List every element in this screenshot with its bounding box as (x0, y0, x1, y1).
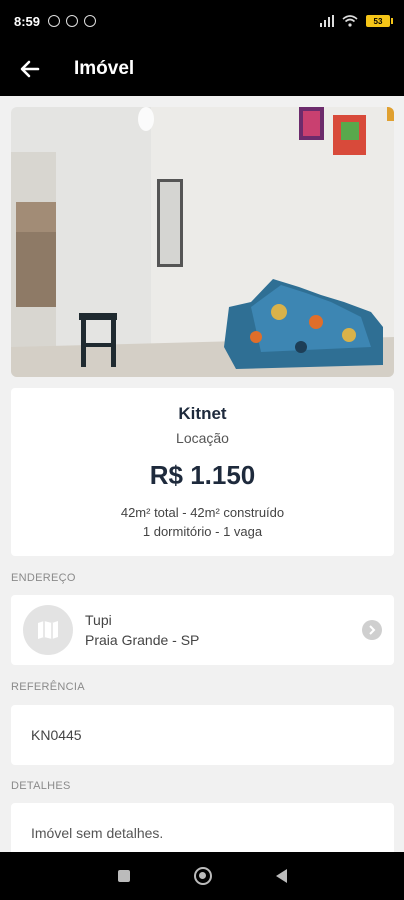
address-city: Praia Grande - SP (85, 632, 200, 648)
property-summary-card: Kitnet Locação R$ 1.150 42m² total - 42m… (11, 388, 394, 556)
reference-code: KN0445 (31, 727, 82, 743)
status-bar: 8:59 53 (0, 0, 404, 42)
recents-button[interactable] (117, 870, 130, 882)
property-price: R$ 1.150 (149, 460, 256, 490)
details-text: Imóvel sem detalhes. (31, 825, 164, 841)
property-content[interactable]: Kitnet Locação R$ 1.150 42m² total - 42m… (0, 96, 404, 852)
property-rooms: 1 dormitório - 1 vaga (142, 524, 263, 539)
app-bar: Imóvel (0, 42, 404, 96)
property-photo[interactable] (11, 107, 394, 377)
system-back-button[interactable] (275, 869, 287, 883)
system-nav-bar (0, 852, 404, 900)
alarm-icon (66, 15, 79, 27)
back-button[interactable] (18, 57, 42, 81)
details-card: Imóvel sem detalhes. (11, 803, 394, 852)
status-time: 8:59 (14, 13, 41, 29)
map-icon (23, 605, 73, 655)
details-section-label: DETALHES (11, 780, 71, 792)
address-neighborhood: Tupi (85, 612, 112, 628)
chevron-right-icon[interactable] (362, 620, 382, 640)
property-type: Kitnet (178, 404, 227, 423)
transaction-type: Locação (176, 430, 229, 446)
reference-card: KN0445 (11, 705, 394, 765)
address-card[interactable]: Tupi Praia Grande - SP (11, 595, 394, 665)
wifi-icon (342, 15, 358, 27)
page-title: Imóvel (74, 58, 135, 79)
notification-icon (48, 15, 61, 27)
property-area: 42m² total - 42m² construído (120, 505, 285, 520)
battery-icon: 53 (366, 15, 393, 27)
arrow-left-icon (20, 60, 40, 78)
address-section-label: ENDEREÇO (11, 572, 76, 584)
reference-section-label: REFERÊNCIA (11, 681, 85, 693)
signal-icon (320, 15, 334, 27)
app-notification-icon (84, 15, 97, 27)
home-button[interactable] (193, 867, 212, 885)
